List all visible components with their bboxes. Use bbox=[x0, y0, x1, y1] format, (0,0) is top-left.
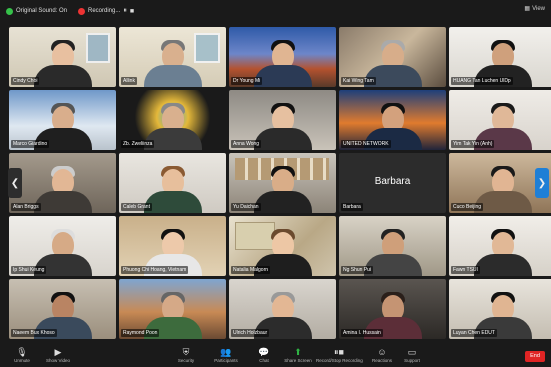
window-background bbox=[86, 33, 110, 63]
participant-name: Yu Daichan bbox=[231, 203, 261, 211]
video-button[interactable]: ▶ Show Video bbox=[40, 347, 76, 366]
video-tile[interactable]: Fawn TSUI bbox=[449, 216, 551, 276]
participant-name: Amina I. Hussain bbox=[341, 329, 383, 337]
video-tile[interactable]: Alan Briggs bbox=[9, 153, 116, 213]
participant-name: Cuco Beijing bbox=[451, 203, 484, 211]
video-tile[interactable]: Natalia Malgorn bbox=[229, 216, 336, 276]
video-camera-icon: ▶ bbox=[54, 347, 62, 357]
recording-indicator[interactable]: Recording... ⏸ ■ bbox=[78, 5, 134, 17]
video-tile[interactable]: Raymond Poon bbox=[119, 279, 226, 339]
participant-name: Anna Wong bbox=[231, 140, 262, 148]
end-meeting-button[interactable]: End bbox=[525, 351, 545, 362]
video-tile[interactable]: Allink bbox=[119, 27, 226, 87]
participant-name: Dr Young Mi bbox=[231, 77, 263, 85]
video-tile[interactable]: Naeem Bux Khoso bbox=[9, 279, 116, 339]
video-tile[interactable]: Phuong Chi Hoang, Vietnam bbox=[119, 216, 226, 276]
video-tile[interactable]: Luyan Chen EDUT bbox=[449, 279, 551, 339]
video-tile[interactable]: Ng Shun Pui bbox=[339, 216, 446, 276]
participant-name: Natalia Malgorn bbox=[231, 266, 271, 274]
participant-name: Marco Giardino bbox=[11, 140, 50, 148]
recording-icon bbox=[78, 7, 85, 15]
participant-name: Cindy Choi bbox=[11, 77, 40, 85]
participant-name-center: Barbara bbox=[374, 176, 411, 187]
participant-name: Allink bbox=[121, 77, 137, 85]
participant-name: Ng Shun Pui bbox=[341, 266, 374, 274]
video-tile[interactable]: Kai Wing Tam bbox=[339, 27, 446, 87]
video-tile[interactable]: HUANG Tan Luchen UlDp bbox=[449, 27, 551, 87]
original-sound-toggle[interactable]: Original Sound: On bbox=[6, 5, 67, 17]
video-tile[interactable]: Yim Tak Yin (Anh) bbox=[449, 90, 551, 150]
share-screen-icon: ⬆ bbox=[294, 347, 302, 357]
next-page-button[interactable]: ❯ bbox=[535, 168, 549, 198]
grid-icon: ▦ bbox=[524, 6, 531, 12]
participant-name: Alan Briggs bbox=[11, 203, 41, 211]
chat-icon: 💬 bbox=[258, 347, 270, 357]
audio-status-icon bbox=[6, 7, 13, 15]
chevron-left-icon: ❮ bbox=[10, 177, 20, 189]
share-screen-button[interactable]: ⬆ Share Screen bbox=[280, 347, 316, 366]
video-tile[interactable]: Amina I. Hussain bbox=[339, 279, 446, 339]
security-button[interactable]: ⛨ Security bbox=[168, 347, 204, 366]
participant-name: Kai Wing Tam bbox=[341, 77, 376, 85]
video-tile[interactable]: Ip Shui Keung bbox=[9, 216, 116, 276]
participant-name: Raymond Poon bbox=[121, 329, 160, 337]
people-icon: 👥 bbox=[220, 347, 232, 357]
chat-button[interactable]: 💬 Chat bbox=[246, 347, 282, 366]
participant-name: Yim Tak Yin (Anh) bbox=[451, 140, 495, 148]
video-tile[interactable]: Dr Young Mi bbox=[229, 27, 336, 87]
top-bar: Original Sound: On Recording... ⏸ ■ ▦ Vi… bbox=[0, 0, 551, 22]
meeting-toolbar: 🎙 Unmute ▶ Show Video ⛨ Security 👥 Parti… bbox=[0, 345, 551, 367]
video-tile[interactable]: Cindy Choi bbox=[9, 27, 116, 87]
participants-button[interactable]: 👥 Participants bbox=[206, 347, 246, 366]
unmute-button[interactable]: 🎙 Unmute bbox=[4, 347, 40, 366]
stop-icon[interactable]: ■ bbox=[130, 8, 134, 15]
participant-name: Ip Shui Keung bbox=[11, 266, 47, 274]
video-tile[interactable]: Zb. Zweliinza bbox=[119, 90, 226, 150]
chevron-right-icon: ❯ bbox=[537, 177, 547, 189]
support-icon: ▭ bbox=[407, 347, 417, 357]
support-button[interactable]: ▭ Support bbox=[394, 347, 430, 366]
participant-name: Barbara bbox=[341, 203, 363, 211]
participant-name: HUANG Tan Luchen UlDp bbox=[451, 77, 513, 85]
participant-name: Phuong Chi Hoang, Vietnam bbox=[121, 266, 189, 274]
participant-name: Ulrich Holzbaur bbox=[231, 329, 270, 337]
participant-name: UNITED NETWORK bbox=[341, 140, 391, 148]
video-tile[interactable]: Yu Daichan bbox=[229, 153, 336, 213]
video-tile[interactable]: Anna Wong bbox=[229, 90, 336, 150]
record-button[interactable]: ⏸■ Record/Stop Recording bbox=[316, 347, 363, 366]
view-button[interactable]: ▦ View bbox=[524, 5, 545, 13]
participant-name: Luyan Chen EDUT bbox=[451, 329, 497, 337]
video-tile-off[interactable]: Barbara Barbara bbox=[339, 153, 446, 213]
shield-icon: ⛨ bbox=[182, 347, 190, 357]
record-icon: ⏸■ bbox=[334, 347, 344, 357]
previous-page-button[interactable]: ❮ bbox=[8, 168, 22, 198]
gallery-grid: Cindy Choi Allink Dr Young Mi Kai Wing T… bbox=[9, 27, 551, 339]
map-background bbox=[235, 222, 275, 250]
participant-name: Zb. Zweliinza bbox=[121, 140, 155, 148]
video-tile[interactable]: Marco Giardino bbox=[9, 90, 116, 150]
participant-name: Naeem Bux Khoso bbox=[11, 329, 57, 337]
video-tile[interactable]: Ulrich Holzbaur bbox=[229, 279, 336, 339]
video-tile[interactable]: UNITED NETWORK bbox=[339, 90, 446, 150]
participant-name: Caleb Grant bbox=[121, 203, 152, 211]
microphone-icon: 🎙 bbox=[16, 347, 28, 357]
pause-icon[interactable]: ⏸ bbox=[123, 7, 127, 15]
participant-name: Fawn TSUI bbox=[451, 266, 480, 274]
video-tile[interactable]: Caleb Grant bbox=[119, 153, 226, 213]
